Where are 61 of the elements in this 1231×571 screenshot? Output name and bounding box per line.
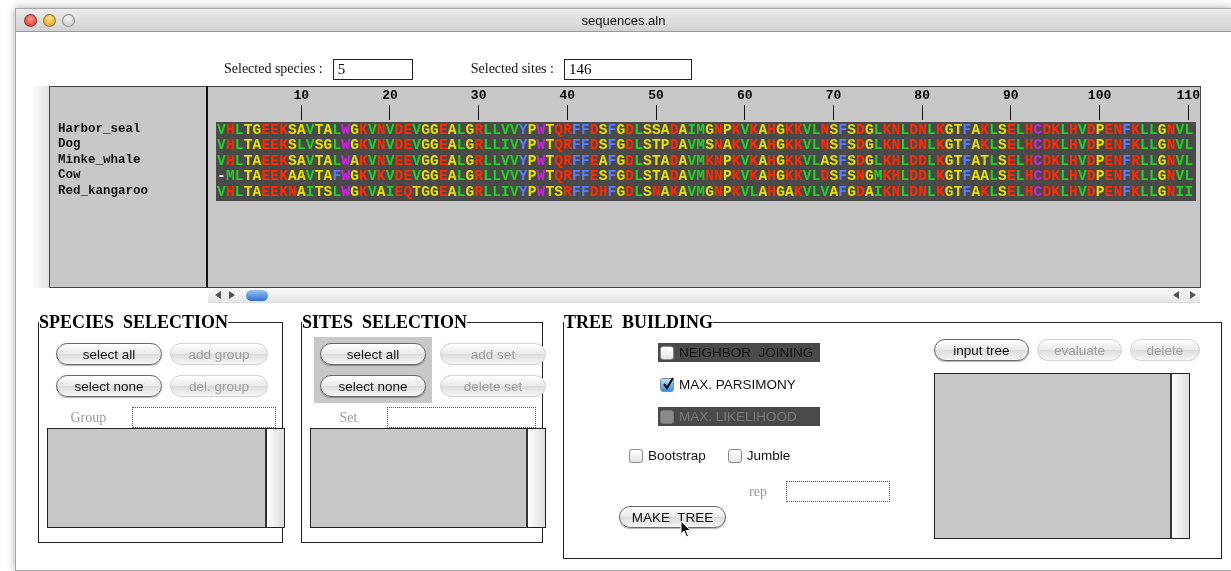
species-name[interactable]: Harbor_seal — [58, 122, 206, 138]
input-field[interactable] — [131, 407, 276, 428]
species-name[interactable]: Red_kangaroo — [58, 183, 206, 199]
sequence-row-text: VHLTGEEKSAVTALWGKVNVDEVGGEALGRLLVVYPWTQRFFDSFGDLSSADAIMGNPKVKAHGKKVLNSFSDGLKNLDNLKGTFAKLSELHCDKLHVDPENFKLLGNVL — [217, 123, 1195, 139]
cursor-icon — [680, 520, 692, 538]
ruler-tick: 70 — [823, 87, 844, 120]
checkbox[interactable] — [727, 448, 742, 463]
summary-label: Selected sites : — [470, 61, 554, 77]
panel-button[interactable]: select none — [320, 375, 426, 397]
make-tree-button[interactable]: MAKE TREE — [619, 506, 726, 528]
option-checkbox[interactable]: Jumble — [727, 448, 791, 463]
input-field[interactable] — [786, 481, 890, 502]
ruler-tick: 30 — [468, 87, 489, 120]
zoom-icon[interactable] — [62, 13, 75, 27]
panel-button[interactable]: select all — [56, 343, 162, 365]
option-checkbox[interactable]: Bootstrap — [629, 448, 706, 463]
species-name[interactable]: Dog — [58, 137, 206, 153]
scrollbar[interactable] — [265, 429, 284, 527]
ruler-tick: 60 — [734, 87, 755, 120]
sequence-row-text: VHLTAEEKSAVTALWAKVNVEEVGGEALGRLLVVYPWTQRFFEAFGDLSTADAVMKNPKVKAHGKKVLASFSDGLKHLDDLKGTFATLSELHCDKLHVDPENFRLLGNVL — [217, 153, 1195, 170]
panel-title: SPECIES SELECTION — [39, 313, 229, 331]
summary-label: Selected species : — [224, 61, 323, 77]
ruler-tick: 20 — [379, 87, 400, 120]
splitter-handle[interactable] — [31, 86, 49, 288]
ruler-tick: 110 — [1178, 87, 1199, 120]
sequence-row-text: VHLTAEEKSLVSGLWGKVNVDEVGGEALGRLLIVYPWTQRFFDSFGDLSTPDAVMSNAKVKAHGKKVLNSFSDGLKNLDNLKGTFAKLSELHCDKLHVDPENFKLLGNVL — [217, 138, 1195, 154]
checkbox[interactable] — [660, 377, 674, 392]
scroll-thumb[interactable] — [246, 289, 268, 301]
ruler-tick: 40 — [557, 87, 578, 120]
ruler-tick: 10 — [291, 87, 312, 120]
checkbox[interactable] — [660, 345, 674, 360]
field-label: Group — [69, 409, 108, 426]
species-name[interactable]: Minke_whale — [58, 152, 206, 169]
field-label: Set — [338, 409, 359, 426]
ruler-tick: 100 — [1089, 87, 1110, 120]
window-title: sequences.aln — [581, 12, 666, 28]
close-icon[interactable] — [24, 13, 37, 27]
ruler-tick: 80 — [912, 87, 933, 120]
panel-button[interactable]: select all — [320, 343, 426, 365]
sequence-row-text: -MLTAEEKAAVTAFWGKVKVDEVGGEALGRLLVVYPWTQRFFESFGDLSTADAVMNNPKVKAHGKKVLDSFSNGMKHLDDLKGTFAALSELHCDKLHVDPENFKLLGNVL — [217, 169, 1195, 185]
input-field[interactable] — [387, 407, 536, 428]
species-name[interactable]: Cow — [58, 168, 206, 184]
list-box[interactable] — [310, 428, 546, 528]
list-box[interactable] — [47, 428, 285, 528]
summary-field[interactable]: 146 — [563, 58, 692, 80]
scrollbar[interactable] — [526, 429, 545, 527]
panel-title: TREE BUILDING — [564, 313, 714, 331]
summary-field[interactable]: 5 — [332, 58, 413, 80]
ruler-tick: 90 — [1000, 87, 1021, 120]
checkbox[interactable] — [629, 448, 643, 463]
panel-button[interactable]: select none — [56, 375, 162, 397]
method-option[interactable]: MAX. PARSIMONY — [658, 375, 820, 394]
tree-list-box[interactable] — [934, 373, 1190, 539]
scrollbar[interactable] — [1170, 374, 1189, 538]
ruler-tick: 50 — [646, 87, 667, 120]
horizontal-scrollbar[interactable] — [208, 288, 1200, 303]
panel-title: SITES SELECTION — [302, 313, 468, 331]
sequence-row-text: VHLTAEEKNAITSLWGKVAIEQTGGEALGRLLIVYPWTSRFFDHFGDLSNAKAVMGNPKVLAHGAKVLVAFGDAIKNLDNLKGTFAKLSELHCDKLHVDPENFKLLGNII — [217, 184, 1195, 200]
panel-button[interactable]: input tree — [934, 339, 1029, 361]
minimize-icon[interactable] — [43, 13, 56, 27]
field-label: rep — [748, 483, 768, 500]
